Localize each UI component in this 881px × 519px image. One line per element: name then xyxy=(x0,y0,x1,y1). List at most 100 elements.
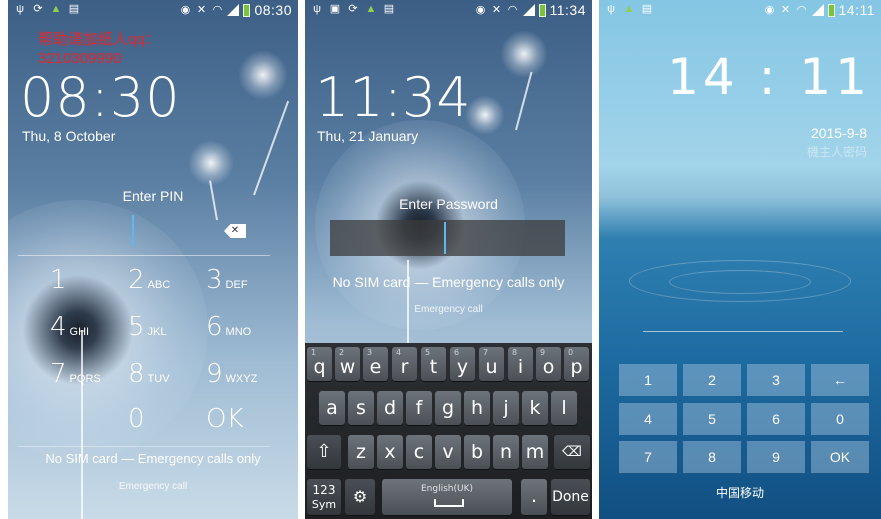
status-bar: ψ ⟳ ▲ ▤ ◉ ✕ ◠ 08:30 xyxy=(8,0,298,20)
pin-key-3[interactable]: 3 DEF xyxy=(206,265,248,295)
pin-ok-button[interactable]: OK xyxy=(811,441,869,473)
signal-icon xyxy=(522,4,535,16)
key-a[interactable]: a xyxy=(319,391,345,425)
eye-icon: ◉ xyxy=(764,4,775,16)
key-s[interactable]: s xyxy=(348,391,374,425)
period-key[interactable]: . xyxy=(521,479,547,515)
stem-decoration xyxy=(407,260,409,345)
water-ripple-decoration xyxy=(669,270,811,294)
key-l[interactable]: l xyxy=(551,391,577,425)
backspace-button[interactable]: ✕ xyxy=(224,224,246,238)
key-d[interactable]: d xyxy=(377,391,403,425)
owner-info: 機主人密码 xyxy=(806,145,867,159)
backspace-key[interactable]: ⌫ xyxy=(554,435,590,469)
pin-key-6[interactable]: 6 xyxy=(747,403,805,435)
key-k[interactable]: k xyxy=(522,391,548,425)
stem-decoration xyxy=(515,71,533,131)
dandelion-decoration xyxy=(8,200,208,460)
space-icon xyxy=(434,499,464,507)
pin-key-3[interactable]: 3 xyxy=(747,364,805,396)
status-time: 11:34 xyxy=(549,2,586,18)
key-n[interactable]: n xyxy=(493,435,519,469)
emergency-call-button[interactable]: Emergency call xyxy=(305,304,592,315)
pin-key-7[interactable]: 7 PQRS xyxy=(50,359,101,389)
pin-key-5[interactable]: 5 JKL xyxy=(128,312,167,342)
battery-icon xyxy=(243,3,251,17)
key-i[interactable]: 8i xyxy=(508,347,533,381)
key-z[interactable]: z xyxy=(348,435,374,469)
pin-key-4[interactable]: 4 xyxy=(619,403,677,435)
sync-icon: ⟳ xyxy=(33,3,43,15)
on-screen-keyboard: 1q 2w 3e 4r 5t 6y 7u 8i 9o 0p a s d f g … xyxy=(305,343,592,519)
pin-key-9[interactable]: 9 WXYZ xyxy=(206,359,257,389)
wifi-icon: ◠ xyxy=(212,4,223,16)
pin-key-8[interactable]: 8 TUV xyxy=(128,359,170,389)
lockscreen-date: 2015-9-8 xyxy=(810,125,867,141)
key-f[interactable]: f xyxy=(406,391,432,425)
symbols-key[interactable]: 123 Sym xyxy=(307,479,341,515)
pin-key-2[interactable]: 2 ABC xyxy=(128,265,170,295)
pin-key-7[interactable]: 7 xyxy=(619,441,677,473)
eye-icon: ◉ xyxy=(180,4,191,16)
key-w[interactable]: 2w xyxy=(335,347,360,381)
emergency-call-button[interactable]: Emergency call xyxy=(8,481,298,492)
pin-key-6[interactable]: 6 MNO xyxy=(206,312,251,342)
key-g[interactable]: g xyxy=(435,391,461,425)
space-bar[interactable]: English(UK) xyxy=(382,479,512,515)
backspace-arrow-button[interactable]: ← xyxy=(811,364,869,396)
no-sim-status: No SIM card — Emergency calls only xyxy=(45,451,261,466)
pin-key-0[interactable]: 0 xyxy=(128,404,145,434)
key-x[interactable]: x xyxy=(377,435,403,469)
pin-input-cursor[interactable] xyxy=(132,215,134,247)
pin-key-2[interactable]: 2 xyxy=(683,364,741,396)
signal-icon xyxy=(227,4,240,16)
lockscreen-clock: 08:30 xyxy=(20,66,181,129)
pin-key-5[interactable]: 5 xyxy=(683,403,741,435)
status-time: 08:30 xyxy=(254,2,292,18)
key-u[interactable]: 7u xyxy=(479,347,504,381)
pin-key-1[interactable]: 1 xyxy=(619,364,677,396)
mute-icon: ✕ xyxy=(780,4,791,16)
overlay-qq-text: 帮助请加纸人qq：3210309990 xyxy=(38,31,160,67)
divider xyxy=(18,446,270,447)
key-o[interactable]: 9o xyxy=(536,347,561,381)
screenshot-icon: ▤ xyxy=(68,3,80,15)
key-b[interactable]: b xyxy=(464,435,490,469)
status-time: 14:11 xyxy=(838,2,875,18)
pin-ok-button[interactable]: OK xyxy=(206,404,244,434)
pin-key-4[interactable]: 4 GHI xyxy=(50,312,89,342)
mute-icon: ✕ xyxy=(491,4,502,16)
status-bar: ψ ▲ ▤ ◉ ✕ ◠ 14:11 xyxy=(599,0,881,20)
key-j[interactable]: j xyxy=(493,391,519,425)
pin-lockscreen: ψ ⟳ ▲ ▤ ◉ ✕ ◠ 08:30 帮助请加纸人qq：3210309990 … xyxy=(8,0,298,519)
pin-key-8[interactable]: 8 xyxy=(683,441,741,473)
key-m[interactable]: m xyxy=(522,435,548,469)
android-icon: ▲ xyxy=(50,3,62,15)
pin-key-1[interactable]: 1 xyxy=(50,265,70,295)
shift-key[interactable]: ⇧ xyxy=(307,435,341,469)
key-h[interactable]: h xyxy=(464,391,490,425)
pin-input-line[interactable] xyxy=(643,331,843,332)
key-r[interactable]: 4r xyxy=(392,347,417,381)
key-v[interactable]: v xyxy=(435,435,461,469)
done-button[interactable]: Done xyxy=(551,479,590,515)
password-input[interactable] xyxy=(330,220,565,256)
lockscreen-date: Thu, 8 October xyxy=(22,128,116,144)
battery-icon xyxy=(538,3,546,17)
battery-icon xyxy=(827,3,835,17)
seed-decoration xyxy=(465,95,505,135)
key-y[interactable]: 6y xyxy=(450,347,475,381)
key-t[interactable]: 5t xyxy=(421,347,446,381)
custom-lockscreen: ψ ▲ ▤ ◉ ✕ ◠ 14:11 14 : 11 2015-9-8 機主人密码… xyxy=(599,0,881,519)
no-sim-status: No SIM card — Emergency calls only xyxy=(332,274,565,290)
screenshot-icon: ▤ xyxy=(383,3,395,15)
password-lockscreen: ψ ▣ ⟳ ▲ ▤ ◉ ✕ ◠ 11:34 11:34 Thu, 21 Janu… xyxy=(305,0,592,519)
key-q[interactable]: 1q xyxy=(307,347,332,381)
key-c[interactable]: c xyxy=(406,435,432,469)
usb-icon: ψ xyxy=(313,3,321,15)
key-e[interactable]: 3e xyxy=(363,347,388,381)
settings-gear-icon[interactable]: ⚙ xyxy=(345,479,375,515)
key-p[interactable]: 0p xyxy=(564,347,589,381)
pin-key-0[interactable]: 0 xyxy=(811,403,869,435)
pin-key-9[interactable]: 9 xyxy=(747,441,805,473)
